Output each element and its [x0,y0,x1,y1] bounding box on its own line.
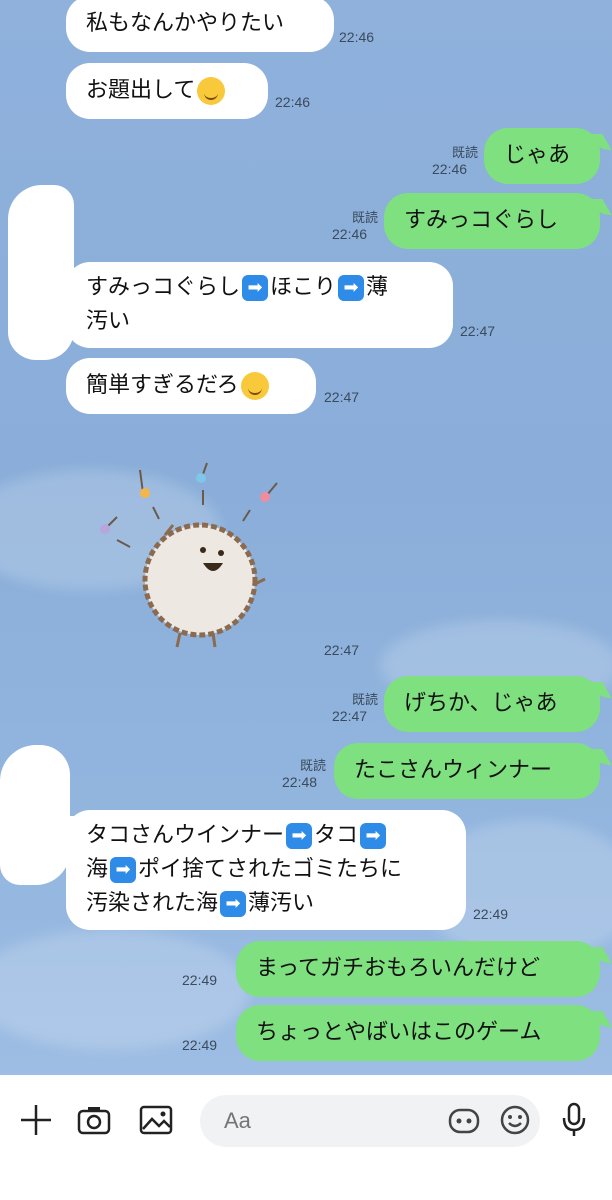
image-icon[interactable] [136,1100,176,1140]
message-time: 22:49 [182,1037,218,1053]
right-arrow-emoji-icon: ➡ [220,891,247,917]
message-time: 22:47 [332,708,368,724]
message-line: 海 ➡ ポイ捨てされたゴミたちに [86,857,403,883]
message-time: 22:48 [282,774,318,790]
read-receipt: 既読 [299,759,326,774]
message-time: 22:46 [432,161,468,177]
message-time: 22:49 [473,906,509,922]
right-arrow-emoji-icon: ➡ [110,857,137,883]
message-text: げちか、じゃあ [404,691,558,716]
right-arrow-emoji-icon: ➡ [338,275,365,301]
message-time: 22:47 [324,642,360,658]
sticker-bot-icon[interactable] [444,1100,484,1140]
plus-icon[interactable] [16,1100,56,1140]
camera-icon[interactable] [74,1100,114,1140]
message-text: ちょっとやばいはこのゲーム [256,1020,542,1045]
emoji-icon[interactable] [495,1100,535,1140]
message-input-bar [0,1075,612,1200]
sticker-hokori[interactable] [95,455,295,655]
smirk-emoji-icon [240,372,269,400]
right-arrow-emoji-icon: ➡ [242,275,269,301]
message-time: 22:46 [275,94,311,110]
read-receipt: 既読 [351,693,378,708]
outgoing-message[interactable]: げちか、じゃあ [384,676,600,732]
message-time: 22:49 [182,972,218,988]
message-time: 22:47 [460,323,496,339]
message-line: 汚い [86,309,131,334]
message-text: すみっコぐらし [404,208,559,233]
right-arrow-emoji-icon: ➡ [360,823,387,849]
message-time: 22:46 [332,226,368,242]
incoming-message[interactable]: お題出して [66,63,268,119]
message-text: 簡単すぎるだろ [86,373,239,398]
hokori-character-icon [142,522,266,648]
message-text-field[interactable] [222,1107,426,1135]
redacted-avatar [0,745,70,885]
right-arrow-emoji-icon: ➡ [286,823,313,849]
message-text: たこさんウィンナー [354,758,553,783]
message-line: タコさんウインナー ➡ タコ ➡ [86,819,388,853]
message-input[interactable] [200,1095,540,1147]
message-line: すみっコぐらし ➡ ほこり ➡ 薄 [86,275,389,301]
outgoing-message[interactable]: まってガチおもろいんだけど [236,941,600,997]
outgoing-message[interactable]: じゃあ [484,128,600,184]
message-text: まってガチおもろいんだけど [256,956,541,981]
outgoing-message[interactable]: ちょっとやばいはこのゲーム [236,1005,600,1061]
outgoing-message[interactable]: たこさんウィンナー [334,743,600,799]
message-text: お題出して [86,78,196,103]
incoming-message[interactable]: すみっコぐらし ➡ ほこり ➡ 薄 汚い [66,262,453,348]
background-cloud [0,930,250,1050]
incoming-message[interactable]: 私もなんかやりたい [66,0,334,52]
message-text: 私もなんかやりたい [86,11,285,36]
chat-area[interactable]: 私もなんかやりたい 22:46 お題出して 22:46 既読 22:46 じゃあ… [0,0,612,1075]
incoming-message[interactable]: 簡単すぎるだろ [66,358,316,414]
message-line: 汚染された海 ➡ 薄汚い [86,891,315,917]
message-text: じゃあ [504,143,571,168]
read-receipt: 既読 [451,146,478,161]
outgoing-message[interactable]: すみっコぐらし [384,193,600,249]
message-time: 22:47 [324,389,360,405]
star-struck-emoji-icon [197,77,226,105]
incoming-message[interactable]: タコさんウインナー ➡ タコ ➡ 海 ➡ ポイ捨てされたゴミたちに 汚染された海 ➡ 薄汚い [66,810,466,930]
microphone-icon[interactable] [554,1100,594,1140]
message-time: 22:46 [339,29,375,45]
read-receipt: 既読 [351,211,378,226]
